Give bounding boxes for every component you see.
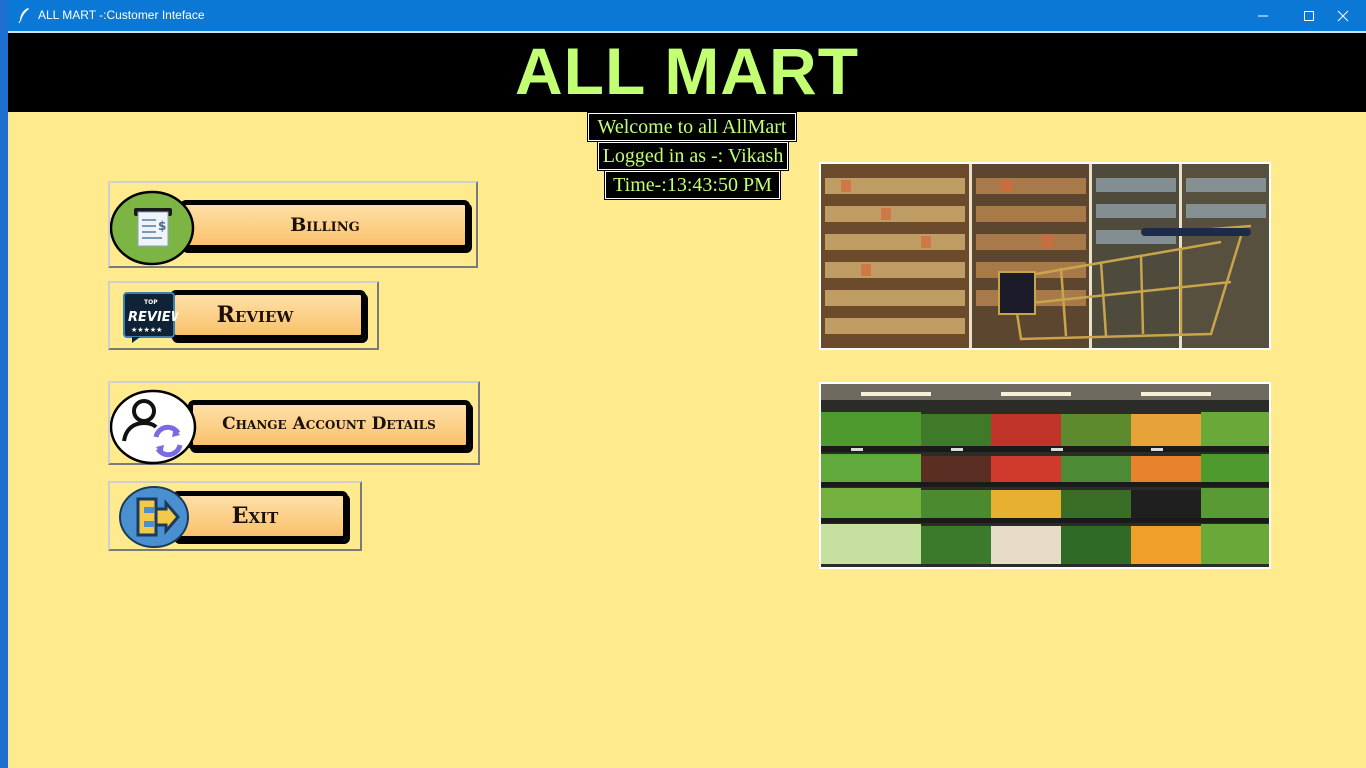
shopping-cart-image xyxy=(821,164,1269,348)
app-title: ALL MART xyxy=(514,34,860,108)
vegetables-image xyxy=(821,384,1269,567)
supermarket-cart-photo xyxy=(819,162,1271,350)
app-window: ALL MART -:Customer Inteface ALL MART We… xyxy=(8,0,1366,768)
exit-label: Exit xyxy=(231,503,279,529)
window-title: ALL MART -:Customer Inteface xyxy=(38,8,205,22)
billing-button[interactable]: Billing $ xyxy=(108,181,478,268)
exit-button[interactable]: Exit xyxy=(108,481,362,551)
welcome-label: Welcome to all AllMart xyxy=(587,112,797,142)
change-account-label: Change Account Details xyxy=(222,414,436,434)
svg-text:REVIEW: REVIEW xyxy=(128,310,178,325)
close-icon xyxy=(1337,10,1349,21)
exit-door-icon xyxy=(119,486,189,548)
svg-text:★★★★★: ★★★★★ xyxy=(131,326,162,334)
minimize-icon xyxy=(1258,15,1268,16)
receipt-icon: $ xyxy=(110,190,195,266)
review-button[interactable]: Review TOP REVIEW ★★★★★ xyxy=(108,281,379,350)
review-label: Review xyxy=(216,302,294,328)
feather-app-icon xyxy=(18,8,29,23)
vegetable-shelves-photo xyxy=(819,382,1271,569)
close-button[interactable] xyxy=(1320,0,1366,31)
maximize-icon xyxy=(1304,10,1314,21)
billing-label: Billing xyxy=(290,214,360,236)
change-account-button[interactable]: Change Account Details xyxy=(108,381,480,465)
time-label: Time-:13:43:50 PM xyxy=(604,170,781,200)
header-banner: ALL MART xyxy=(8,33,1366,112)
title-bar[interactable]: ALL MART -:Customer Inteface xyxy=(8,0,1366,31)
user-sync-icon xyxy=(110,389,197,465)
minimize-button[interactable] xyxy=(1240,0,1286,31)
svg-text:$: $ xyxy=(158,219,166,233)
logged-in-label: Logged in as -: Vikash xyxy=(597,141,789,171)
top-review-badge-icon: TOP REVIEW ★★★★★ xyxy=(123,292,178,343)
svg-text:TOP: TOP xyxy=(144,299,158,306)
